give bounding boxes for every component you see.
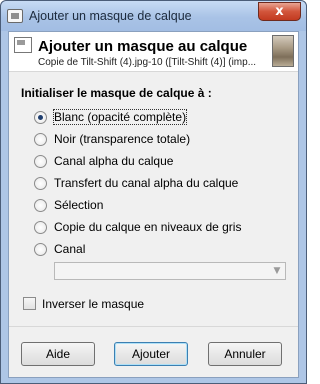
window-title: Ajouter un masque de calque (29, 9, 192, 23)
dialog-window: Ajouter un masque de calque x Ajouter un… (0, 0, 307, 384)
option-label: Transfert du canal alpha du calque (54, 176, 239, 190)
dialog-header: Ajouter un masque au calque Copie de Til… (9, 32, 298, 72)
radio-button-icon[interactable] (34, 155, 47, 168)
option-label: Copie du calque en niveaux de gris (54, 220, 242, 234)
radio-button-icon[interactable] (34, 111, 47, 124)
option-label: Noir (transparence totale) (54, 132, 191, 146)
option-label: Canal (54, 242, 86, 256)
option-label: Blanc (opacité complète) (52, 109, 188, 125)
option-label: Canal alpha du calque (54, 154, 174, 168)
header-title: Ajouter un masque au calque (38, 38, 248, 55)
separator (9, 326, 298, 327)
dialog-body: Ajouter un masque au calque Copie de Til… (8, 31, 299, 378)
header-subtitle: Copie de Tilt-Shift (4).jpg-10 ([Tilt-Sh… (38, 57, 257, 68)
title-bar[interactable]: Ajouter un masque de calque x (1, 1, 306, 31)
close-button[interactable]: x (258, 2, 301, 21)
option-label: Sélection (54, 198, 104, 212)
radio-button-icon[interactable] (34, 199, 47, 212)
layer-thumbnail (272, 35, 294, 67)
invert-mask-label[interactable]: Inverser le masque (42, 297, 144, 311)
channel-select[interactable]: ▼ (54, 262, 286, 280)
radio-button-icon[interactable] (34, 243, 47, 256)
app-icon (7, 9, 23, 23)
help-button[interactable]: Aide (21, 342, 95, 366)
radio-button-icon[interactable] (34, 133, 47, 146)
radio-button-icon[interactable] (34, 221, 47, 234)
layer-mask-icon (14, 37, 32, 53)
chevron-down-icon[interactable]: ▼ (270, 264, 284, 278)
cancel-button[interactable]: Annuler (208, 342, 282, 366)
invert-mask-checkbox[interactable] (23, 297, 36, 310)
section-title: Initialiser le masque de calque à : (21, 86, 212, 100)
add-button[interactable]: Ajouter (114, 342, 188, 366)
radio-button-icon[interactable] (34, 177, 47, 190)
